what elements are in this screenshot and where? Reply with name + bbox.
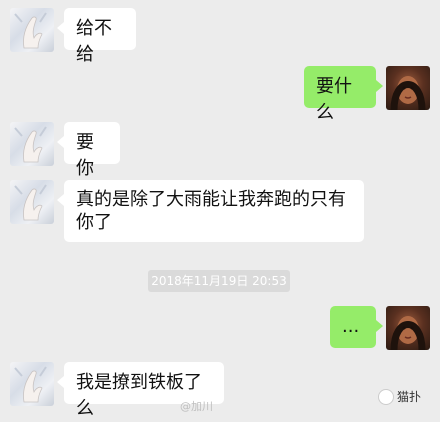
contact-avatar[interactable] xyxy=(10,362,54,406)
message-bubble-self[interactable]: 要什么 xyxy=(304,66,383,123)
contact-avatar[interactable] xyxy=(10,8,54,52)
message-text: 要你 xyxy=(76,132,94,179)
brand-watermark-text: 猫扑 xyxy=(397,390,422,404)
message-text: 给不给 xyxy=(76,18,112,65)
message-text: 真的是除了大雨能让我奔跑的只有你了 xyxy=(76,189,346,233)
brand-watermark: 猫扑 xyxy=(378,388,421,405)
message-text: 要什么 xyxy=(316,76,352,123)
message-text: ... xyxy=(342,316,360,337)
message-bubble-self[interactable]: ... xyxy=(330,306,383,348)
contact-avatar[interactable] xyxy=(10,122,54,166)
weibo-watermark: @加川 xyxy=(180,400,213,413)
chat-timestamp: 2018年11月19日 20:53 xyxy=(148,270,290,292)
brand-logo-icon xyxy=(378,388,394,405)
self-avatar[interactable] xyxy=(386,306,430,350)
message-bubble[interactable]: 真的是除了大雨能让我奔跑的只有你了 xyxy=(57,180,364,242)
contact-avatar[interactable] xyxy=(10,180,54,224)
message-bubble[interactable]: 要你 xyxy=(57,122,120,179)
message-bubble[interactable]: 给不给 xyxy=(57,8,136,65)
self-avatar[interactable] xyxy=(386,66,430,110)
